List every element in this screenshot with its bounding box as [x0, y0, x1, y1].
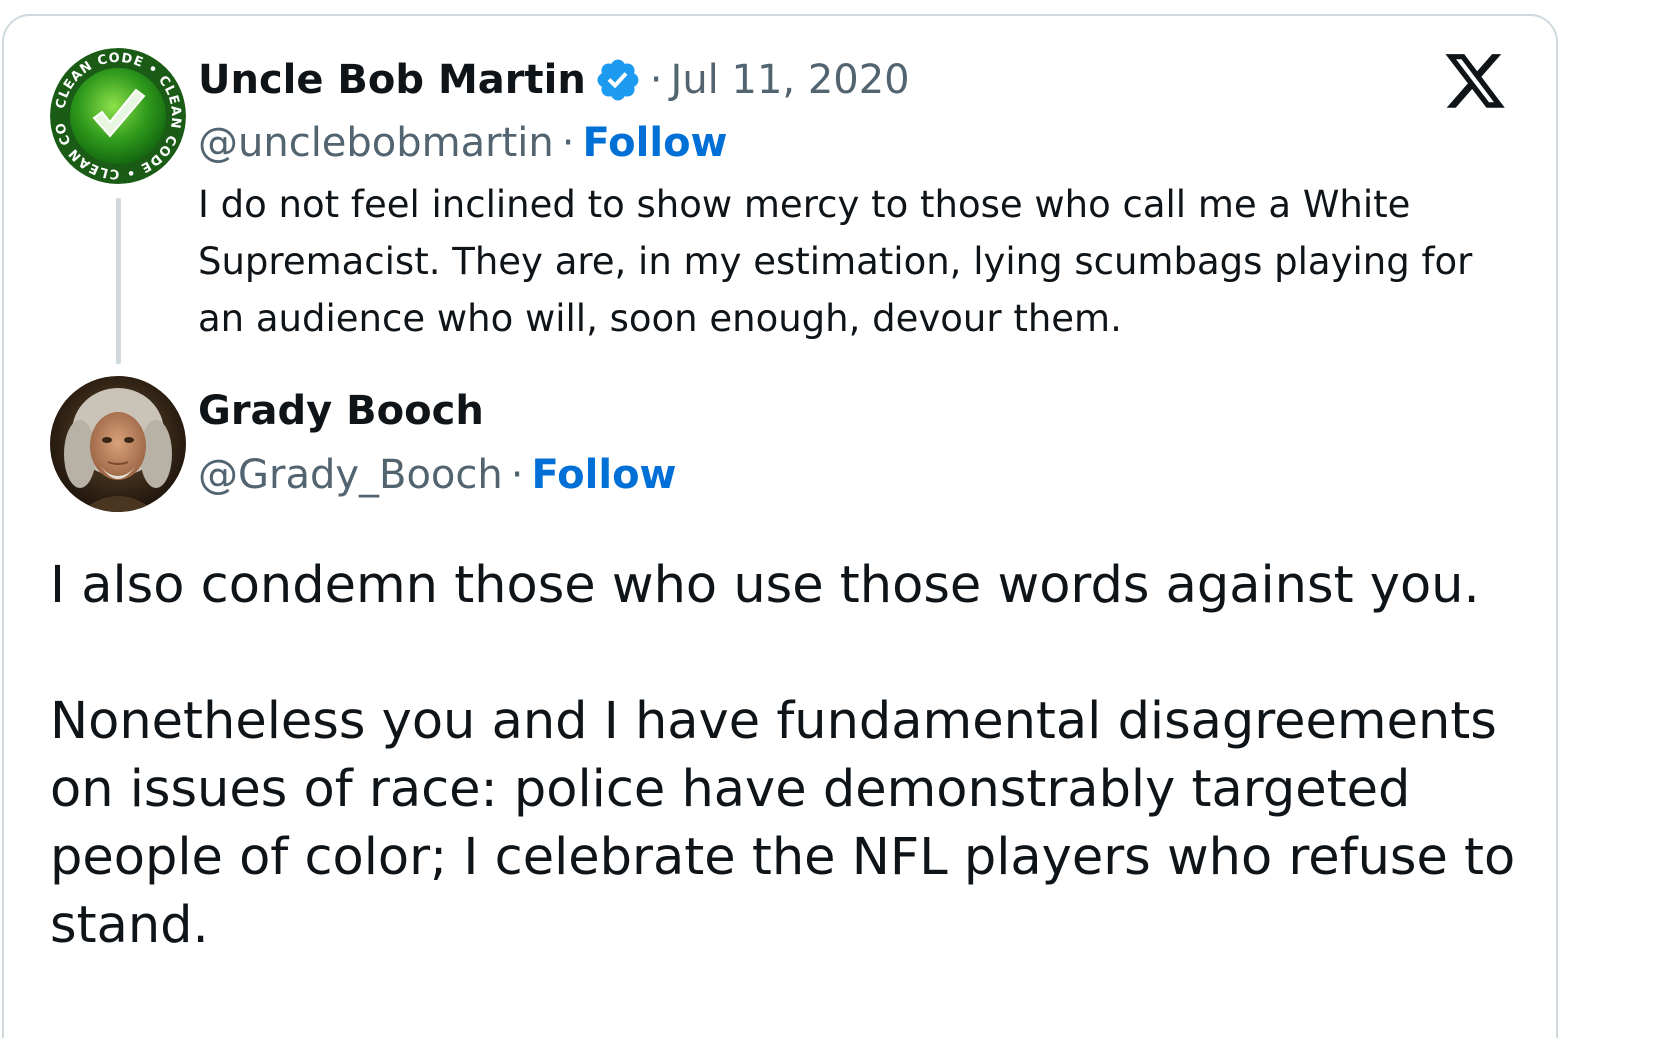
tweet-text: I also condemn those who use those words… — [50, 552, 1520, 960]
avatar-unclebob[interactable]: CLEAN CODE • CLEAN CODE • CLEAN CODE • — [50, 48, 186, 184]
user-photo-icon — [50, 376, 186, 512]
follow-button[interactable]: Follow — [531, 452, 676, 498]
follow-button[interactable]: Follow — [582, 120, 727, 166]
thread-connector-line — [116, 198, 121, 364]
tweet-paragraph: Nonetheless you and I have fundamental d… — [50, 692, 1516, 955]
avatar-grady[interactable] — [50, 376, 186, 512]
tweet-header: Grady Booch — [198, 388, 484, 434]
clean-code-badge-icon: CLEAN CODE • CLEAN CODE • CLEAN CODE • — [50, 48, 186, 184]
separator-dot: · — [510, 452, 524, 498]
separator-dot: · — [649, 57, 663, 103]
author-name[interactable]: Grady Booch — [198, 388, 484, 434]
x-logo-icon[interactable] — [1442, 54, 1508, 116]
tweet-handle-row: @Grady_Booch · Follow — [198, 452, 677, 498]
author-handle[interactable]: @Grady_Booch — [198, 452, 503, 498]
parent-tweet-text: I do not feel inclined to show mercy to … — [198, 183, 1473, 340]
parent-tweet-handle-row: @unclebobmartin · Follow — [198, 120, 728, 166]
verified-badge-icon — [594, 56, 642, 104]
author-name[interactable]: Uncle Bob Martin — [198, 57, 586, 103]
tweet-date[interactable]: Jul 11, 2020 — [671, 57, 910, 103]
tweet-paragraph: I also condemn those who use those words… — [50, 556, 1480, 615]
author-handle[interactable]: @unclebobmartin — [198, 120, 554, 166]
parent-tweet-header: Uncle Bob Martin · Jul 11, 2020 — [198, 56, 910, 104]
separator-dot: · — [561, 120, 575, 166]
